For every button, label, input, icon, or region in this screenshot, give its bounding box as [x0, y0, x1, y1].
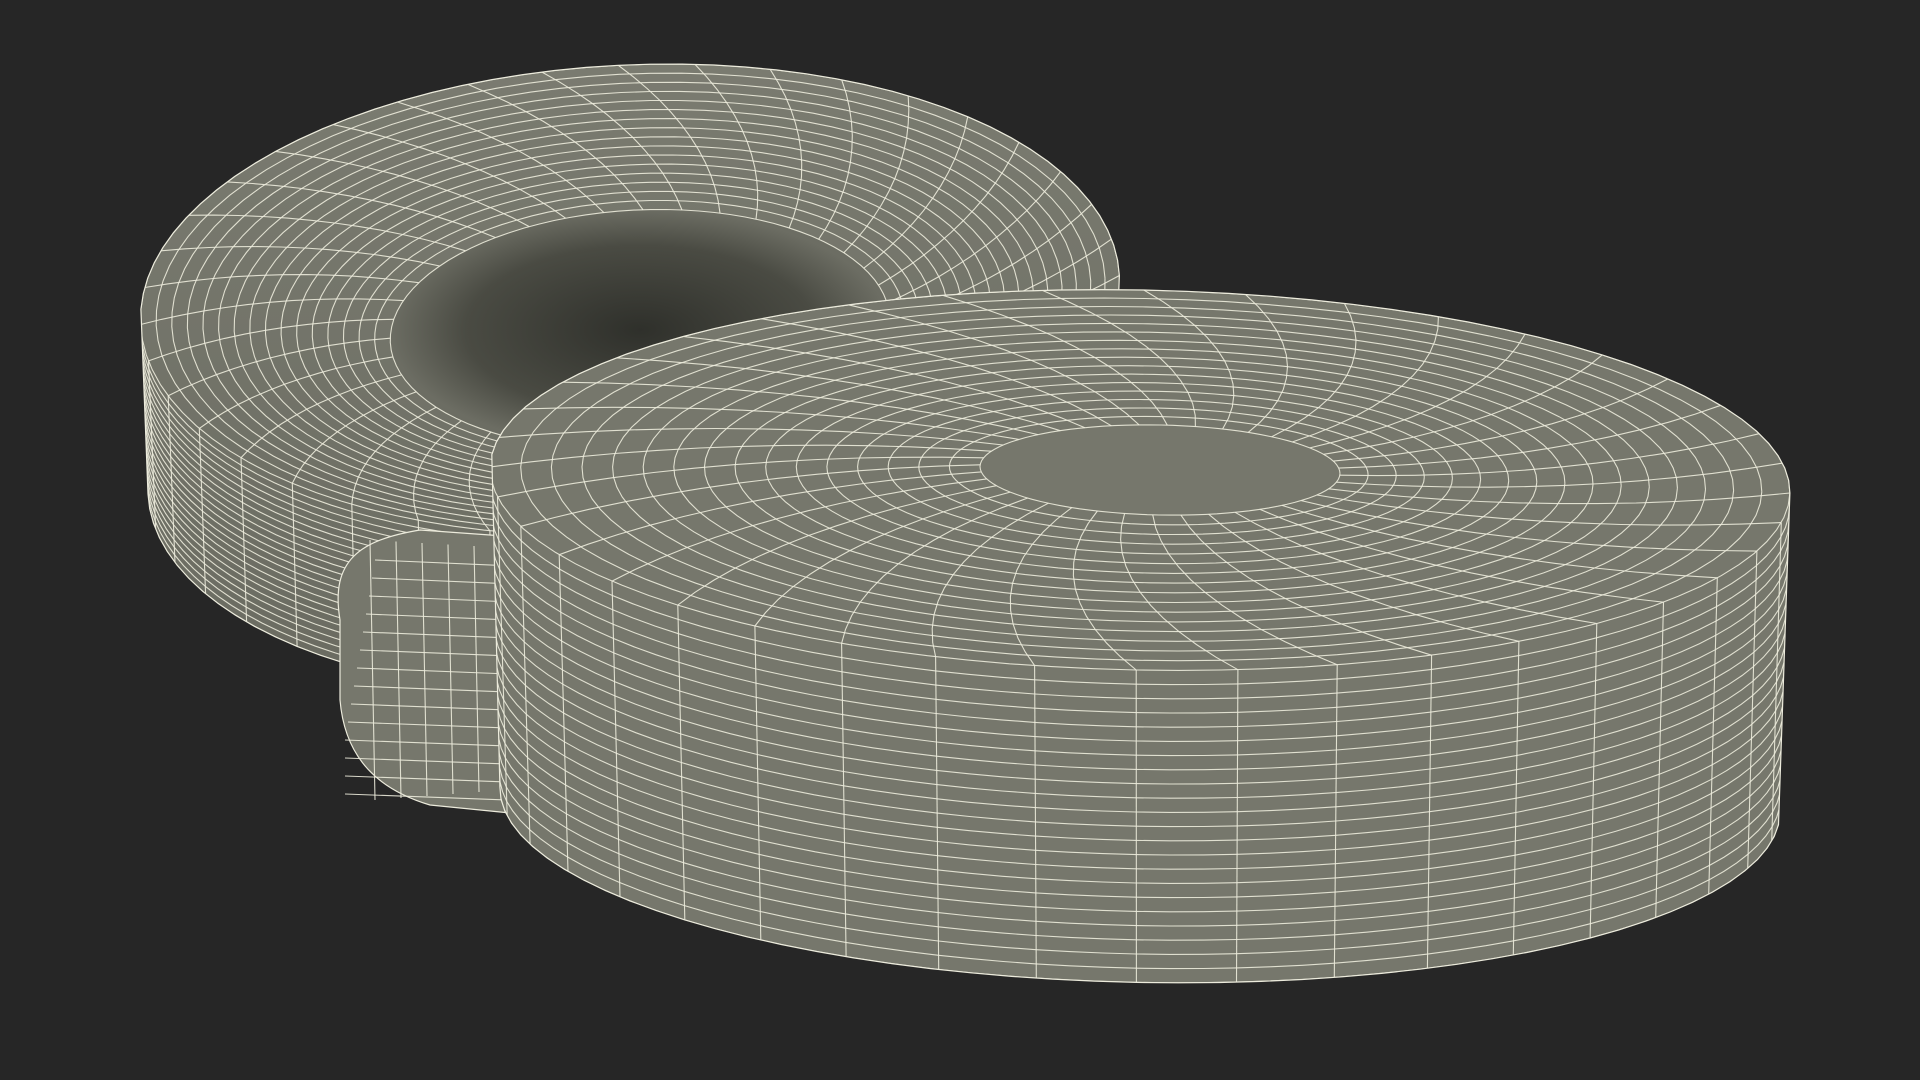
render-viewport	[0, 0, 1920, 1080]
wireframe-render	[140, 63, 1791, 984]
front-torus	[491, 288, 1791, 984]
